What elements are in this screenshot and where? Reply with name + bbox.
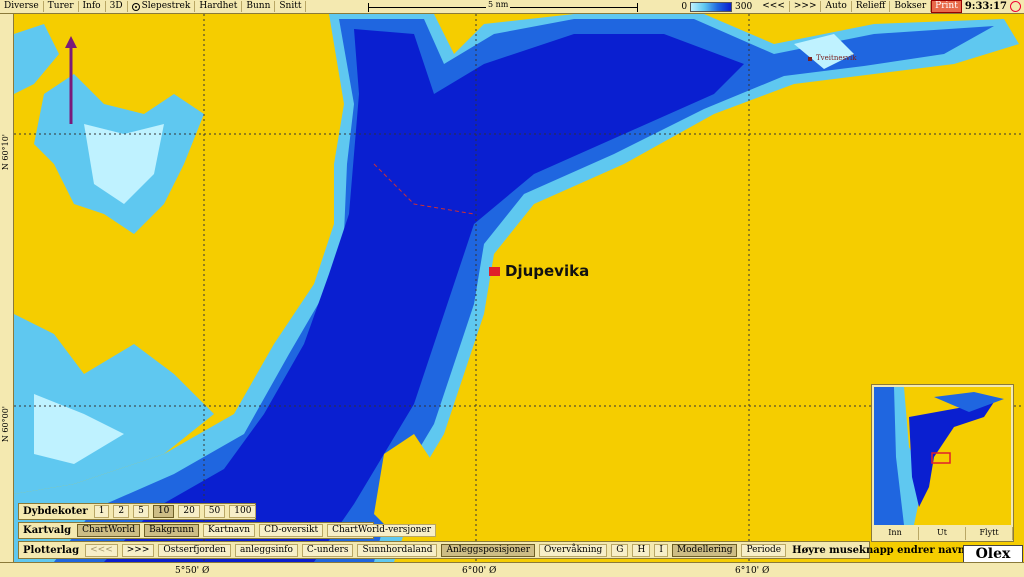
- chart-option-versjoner[interactable]: ChartWorld-versjoner: [327, 524, 437, 537]
- menu-hardhet[interactable]: Hardhet: [195, 1, 243, 12]
- plot-layer-modellering[interactable]: Modellering: [671, 543, 738, 557]
- chart-option-kartnavn[interactable]: Kartnavn: [203, 524, 256, 537]
- overview-inset: Inn Ut Flytt: [871, 384, 1014, 542]
- lon-label-1: 5°50' Ø: [175, 566, 210, 576]
- plotter-layer-panel: Plotterlag <<< >>> Ostserfjorden anleggs…: [18, 541, 965, 559]
- depth-min-label: 0: [681, 1, 688, 12]
- sun-icon[interactable]: [1010, 1, 1021, 12]
- plot-layer-periode[interactable]: Periode: [741, 543, 787, 557]
- depth-contour-panel: Dybdekoter 1 2 5 10 20 50 100: [18, 503, 257, 520]
- latitude-ruler: N 60°10' N 60°00': [0, 14, 14, 562]
- scale-bar: 5 nm: [368, 0, 638, 12]
- overview-buttons: Inn Ut Flytt: [872, 527, 1013, 540]
- lon-label-2: 6°00' Ø: [462, 566, 497, 576]
- chart-option-chartworld[interactable]: ChartWorld: [77, 524, 141, 537]
- north-arrow-icon: [65, 36, 77, 124]
- overview-map-graphic: [874, 387, 1011, 525]
- chart-option-cd-oversikt[interactable]: CD-oversikt: [259, 524, 324, 537]
- menu-bunn[interactable]: Bunn: [242, 1, 276, 12]
- chart-select-panel: Kartvalg ChartWorld Bakgrunn Kartnavn CD…: [18, 522, 437, 539]
- plot-layer-anleggsinfo[interactable]: anleggsinfo: [234, 543, 298, 557]
- plot-panel-label: Plotterlag: [23, 544, 80, 556]
- plot-hint: Høyre museknapp endrer navn: [792, 544, 965, 556]
- small-place-marker-icon[interactable]: [808, 57, 812, 61]
- scale-label: 5 nm: [486, 0, 511, 9]
- plot-prev-button[interactable]: <<<: [85, 543, 118, 557]
- menu-3d[interactable]: 3D: [106, 1, 128, 12]
- plot-layer-overvakning[interactable]: Overvåkning: [539, 543, 608, 557]
- plot-layer-ostserfjorden[interactable]: Ostserfjorden: [158, 543, 231, 557]
- plot-layer-i[interactable]: I: [654, 543, 668, 557]
- menu-slepestrek-label: Slepestrek: [141, 1, 191, 11]
- depth-option-100[interactable]: 100: [229, 505, 257, 518]
- depth-panel-label: Dybdekoter: [23, 506, 88, 517]
- history-forward-button[interactable]: >>>: [790, 1, 822, 12]
- depth-option-50[interactable]: 50: [203, 505, 226, 518]
- chart-option-bakgrunn[interactable]: Bakgrunn: [144, 524, 199, 537]
- overview-map[interactable]: [874, 387, 1011, 525]
- menu-diverse[interactable]: Diverse: [0, 1, 44, 12]
- depth-option-2[interactable]: 2: [113, 505, 130, 518]
- lon-label-3: 6°10' Ø: [735, 566, 770, 576]
- plot-next-button[interactable]: >>>: [121, 543, 155, 557]
- plot-layer-c-unders[interactable]: C-unders: [301, 543, 354, 557]
- menu-slepestrek[interactable]: Slepestrek: [128, 1, 196, 12]
- depth-color-scale[interactable]: [690, 1, 733, 12]
- place-label-djupevika[interactable]: Djupevika: [505, 262, 589, 280]
- menu-snitt[interactable]: Snitt: [275, 1, 307, 12]
- move-button[interactable]: Flytt: [966, 527, 1013, 540]
- depth-max-label: 300: [735, 1, 753, 12]
- lat-label-2: N 60°00': [1, 406, 10, 443]
- menu-info[interactable]: Info: [79, 1, 106, 12]
- plot-layer-h[interactable]: H: [632, 543, 651, 557]
- zoom-out-button[interactable]: Ut: [919, 527, 966, 540]
- place-marker-icon[interactable]: [489, 267, 500, 276]
- lat-label-1: N 60°10': [1, 134, 10, 171]
- bokser-button[interactable]: Bokser: [890, 1, 932, 12]
- print-button[interactable]: Print: [931, 0, 962, 13]
- depth-option-20[interactable]: 20: [178, 505, 200, 518]
- relieff-button[interactable]: Relieff: [852, 1, 891, 12]
- longitude-ruler: 5°50' Ø 6°00' Ø 6°10' Ø: [0, 562, 1024, 577]
- depth-option-5[interactable]: 5: [133, 505, 149, 518]
- zoom-in-button[interactable]: Inn: [872, 527, 919, 540]
- plot-layer-sunnhordaland[interactable]: Sunnhordaland: [357, 543, 438, 557]
- place-label-tveitnesvik[interactable]: Tveitnesvik: [816, 54, 857, 62]
- chart-panel-label: Kartvalg: [23, 525, 72, 536]
- scale-tick-right: [637, 3, 638, 12]
- history-back-button[interactable]: <<<: [758, 1, 790, 12]
- plot-layer-anleggsposisjoner[interactable]: Anleggsposisjoner: [441, 543, 536, 557]
- right-toolbar: 0 300 <<< >>> Auto Relieff Bokser Print …: [681, 0, 1024, 13]
- depth-option-1[interactable]: 1: [93, 505, 110, 518]
- clock: 9:33:17: [964, 1, 1007, 12]
- plot-layer-g[interactable]: G: [611, 543, 629, 557]
- target-icon: [131, 2, 140, 11]
- scale-tick-left: [368, 3, 369, 12]
- depth-option-10[interactable]: 10: [152, 505, 175, 518]
- menu-turer[interactable]: Turer: [44, 1, 79, 12]
- auto-button[interactable]: Auto: [821, 1, 852, 12]
